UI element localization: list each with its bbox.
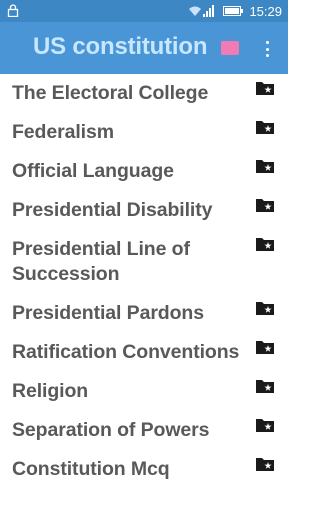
signal-icon [203, 5, 215, 17]
list-item[interactable]: Official Language [0, 152, 288, 191]
list-item-label: The Electoral College [12, 82, 209, 104]
list-item[interactable]: The Electoral College [0, 74, 288, 113]
lock-icon [7, 4, 19, 17]
keyboard-icon[interactable] [221, 41, 239, 55]
list-item-label: Presidential Line of Succession [12, 238, 190, 285]
menu-dot [265, 47, 269, 51]
app-bar: US constitution [0, 22, 288, 74]
wifi-icon [189, 6, 202, 16]
list-item[interactable]: Presidential Pardons [0, 294, 288, 333]
status-time: 15:29 [249, 3, 282, 19]
list-item[interactable]: Ratification Conventions [0, 333, 288, 372]
folder-star-icon [256, 341, 274, 354]
list-item[interactable]: Presidential Disability [0, 191, 288, 230]
list-item-label: Separation of Powers [12, 419, 210, 441]
menu-dot [265, 41, 269, 44]
folder-star-icon [256, 419, 274, 432]
list-item-label: Ratification Conventions [12, 341, 240, 363]
folder-star-icon [256, 160, 274, 173]
more-vert-icon[interactable] [262, 41, 272, 57]
list-item-label: Presidential Pardons [12, 302, 204, 324]
menu-dot [265, 54, 269, 57]
list-item-label: Official Language [12, 160, 174, 182]
folder-star-icon [256, 380, 274, 393]
folder-star-icon [256, 121, 274, 134]
folder-star-icon [256, 302, 274, 315]
list-item-label: Presidential Disability [12, 199, 213, 221]
list-item-label: Federalism [12, 121, 114, 143]
folder-star-icon [256, 82, 274, 95]
folder-star-icon [256, 238, 274, 251]
folder-star-icon [256, 458, 274, 471]
list-item-label: Constitution Mcq [12, 458, 170, 480]
app-title: US constitution [33, 33, 208, 60]
list-item[interactable]: Constitution Mcq [0, 450, 288, 489]
list-item[interactable]: Religion [0, 372, 288, 411]
list-item[interactable]: Presidential Line of Succession [0, 230, 288, 294]
list-item[interactable]: Federalism [0, 113, 288, 152]
status-bar: 15:29 [0, 0, 288, 22]
battery-icon [223, 6, 244, 16]
folder-star-icon [256, 199, 274, 212]
list-item-label: Religion [12, 380, 89, 402]
list-item[interactable]: Separation of Powers [0, 411, 288, 450]
topic-list: The Electoral College Federalism Officia… [0, 74, 288, 489]
